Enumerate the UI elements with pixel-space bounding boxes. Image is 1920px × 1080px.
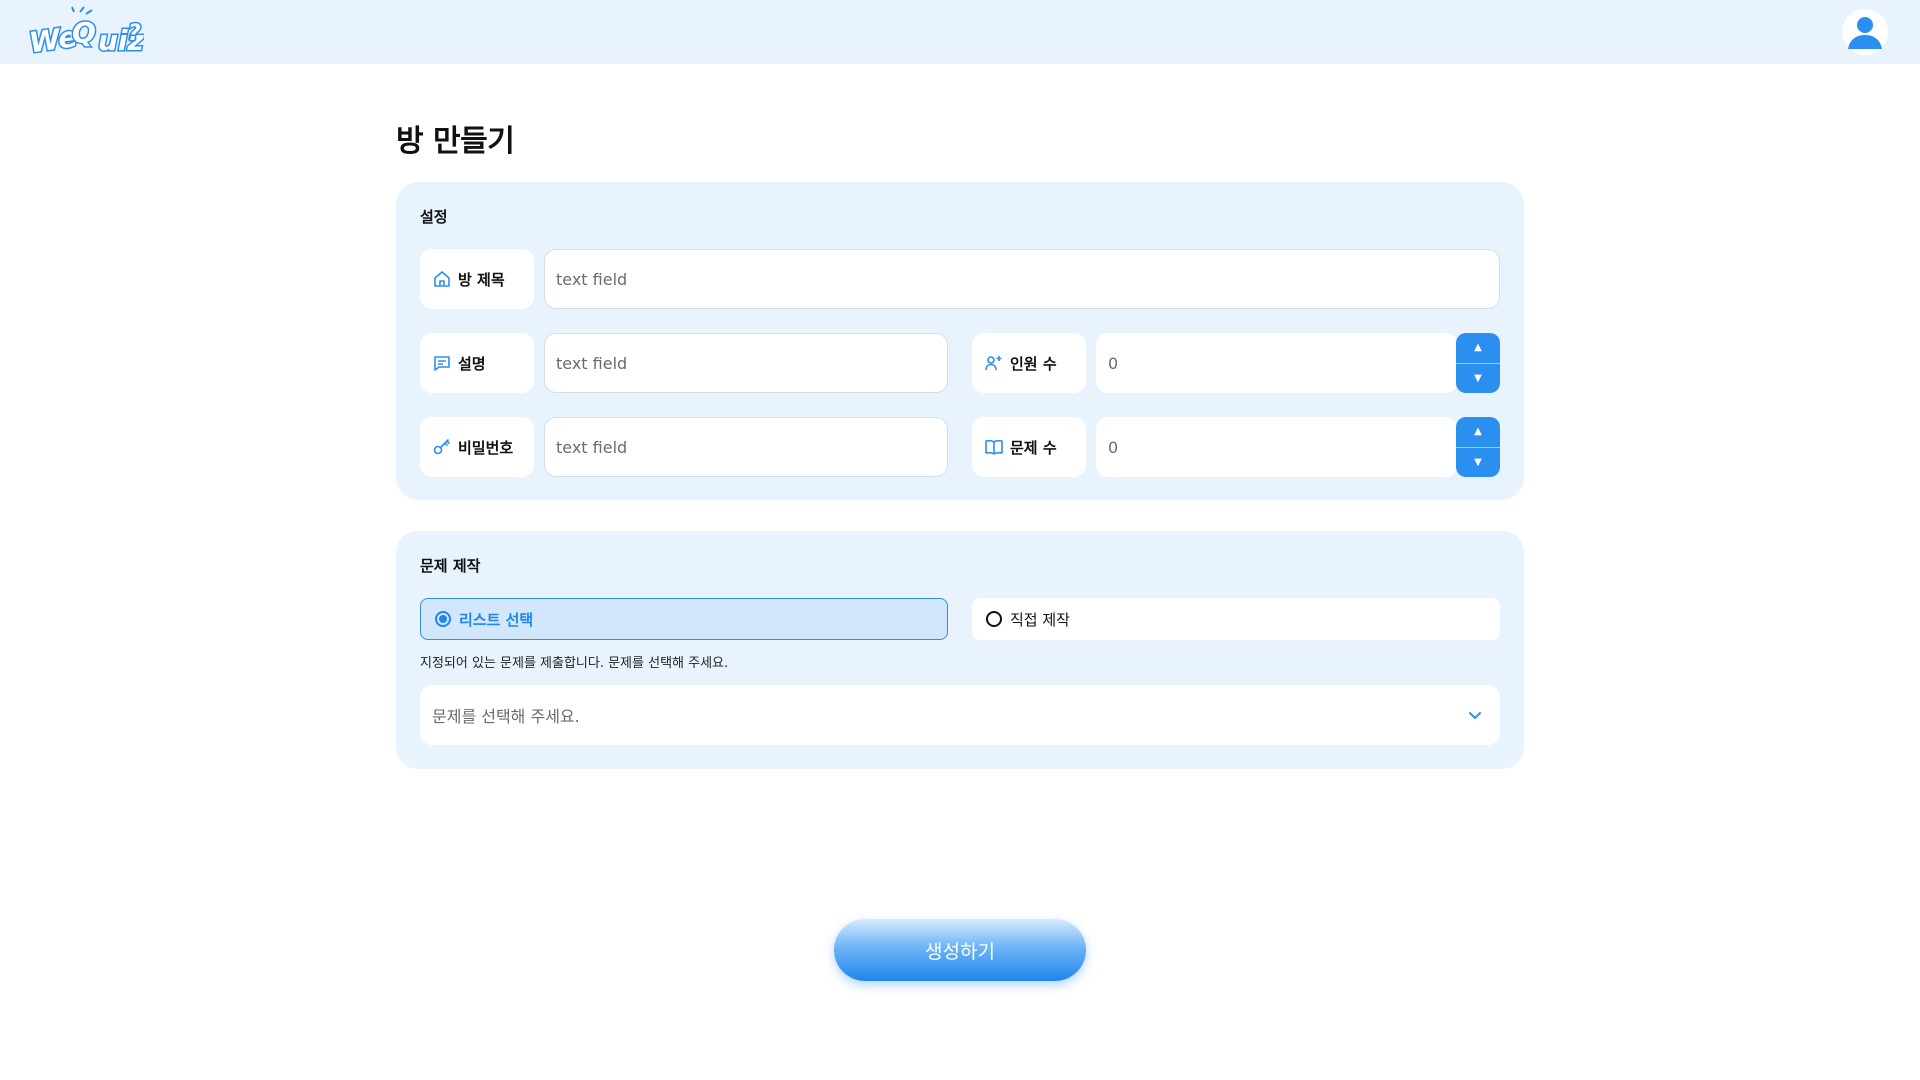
user-avatar-icon[interactable] [1842, 9, 1888, 55]
password-input[interactable]: text field [544, 417, 948, 477]
description-input[interactable]: text field [544, 333, 948, 393]
question-count-decrement-button[interactable]: ▼ [1456, 446, 1500, 478]
quiz-creation-heading: 문제 제작 [420, 557, 481, 575]
question-count-increment-button[interactable]: ▲ [1456, 417, 1500, 447]
question-count-label-text: 문제 수 [1010, 438, 1057, 457]
room-title-label-text: 방 제목 [458, 270, 505, 289]
participants-increment-button[interactable]: ▲ [1456, 333, 1500, 363]
top-bar: We Q uiz ? [0, 0, 1920, 64]
question-count-input[interactable]: 0 [1096, 417, 1458, 477]
home-icon [434, 271, 450, 287]
room-title-label: 방 제목 [420, 249, 534, 309]
participants-label: 인원 수 [972, 333, 1086, 393]
participants-stepper[interactable]: ▲ ▼ [1456, 333, 1500, 393]
room-title-input[interactable]: text field [544, 249, 1500, 309]
wequiz-logo[interactable]: We Q uiz ? [28, 6, 144, 60]
chevron-down-icon [1469, 712, 1481, 719]
radio-selected-icon [435, 611, 451, 627]
key-icon [433, 439, 450, 455]
participants-input[interactable]: 0 [1096, 333, 1458, 393]
radio-custom-create[interactable]: 직접 제작 [972, 598, 1500, 640]
page-title: 방 만들기 [396, 124, 515, 159]
quiz-select-dropdown[interactable]: 문제를 선택해 주세요. [420, 685, 1500, 745]
participants-label-text: 인원 수 [1010, 354, 1057, 373]
radio-custom-create-label: 직접 제작 [1010, 610, 1070, 629]
book-icon [985, 439, 1003, 455]
svg-text:?: ? [128, 21, 141, 46]
description-label: 설명 [420, 333, 534, 393]
settings-heading: 설정 [420, 208, 448, 226]
question-count-stepper[interactable]: ▲ ▼ [1456, 417, 1500, 477]
chat-icon [434, 356, 450, 371]
radio-unselected-icon [986, 611, 1002, 627]
add-user-icon [985, 356, 1002, 371]
description-label-text: 설명 [458, 354, 486, 373]
quiz-select-placeholder: 문제를 선택해 주세요. [432, 707, 580, 726]
settings-panel: 설정 방 제목 text field 설명 text field 인원 수 0 … [396, 182, 1524, 500]
radio-list-select[interactable]: 리스트 선택 [420, 598, 948, 640]
question-count-label: 문제 수 [972, 417, 1086, 477]
quiz-creation-panel: 문제 제작 리스트 선택 직접 제작 지정되어 있는 문제를 제출합니다. 문제… [396, 531, 1524, 769]
participants-decrement-button[interactable]: ▼ [1456, 362, 1500, 394]
quiz-hint-text: 지정되어 있는 문제를 제출합니다. 문제를 선택해 주세요. [420, 656, 729, 671]
password-label: 비밀번호 [420, 417, 534, 477]
svg-text:Q: Q [72, 16, 96, 49]
radio-list-select-label: 리스트 선택 [459, 610, 534, 629]
create-room-button[interactable]: 생성하기 [834, 919, 1086, 981]
password-label-text: 비밀번호 [458, 438, 514, 457]
